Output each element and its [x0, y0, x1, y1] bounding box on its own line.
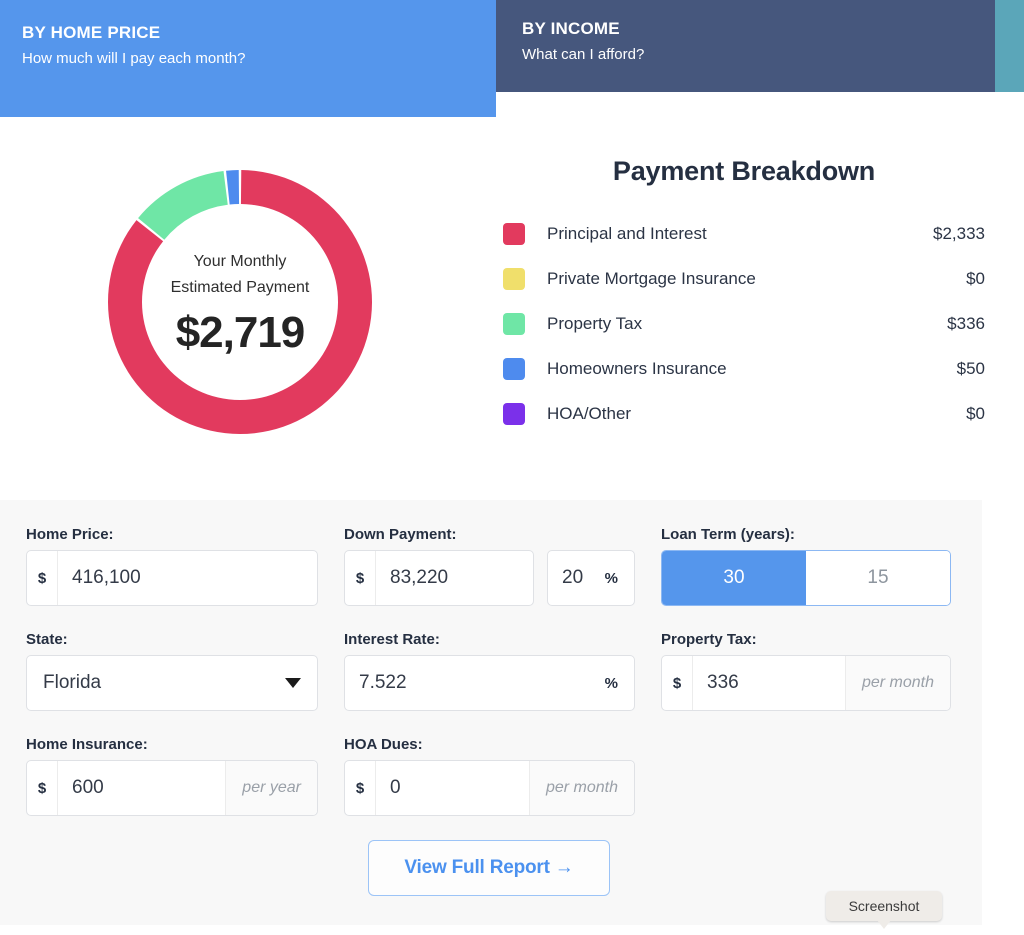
down-payment-percent-unit: % [604, 569, 618, 587]
loan-term-option-30[interactable]: 30 [662, 551, 806, 605]
legend-swatch-icon [503, 402, 525, 425]
legend-label: Homeowners Insurance [547, 358, 727, 378]
view-full-report-button[interactable]: View Full Report → [368, 840, 610, 896]
home-price-currency-prefix: $ [27, 551, 58, 605]
home-price-input[interactable]: $ 416,100 [26, 550, 318, 606]
tab-by-income-subtitle: What can I afford? [522, 46, 645, 64]
legend-value: $2,333 [933, 223, 985, 243]
hoa-dues-input[interactable]: $ 0 per month [344, 760, 635, 816]
donut-center-text: Your Monthly Estimated Payment $2,719 [101, 163, 379, 441]
home-price-value[interactable]: 416,100 [58, 567, 317, 589]
property-tax-value[interactable]: 336 [693, 672, 845, 694]
down-payment-currency-prefix: $ [345, 551, 376, 605]
chevron-down-icon[interactable] [285, 678, 301, 688]
legend-row: HOA/Other $0 [503, 391, 985, 436]
interest-rate-value[interactable]: 7.522 [345, 672, 605, 694]
home-insurance-period-note: per year [225, 761, 317, 815]
legend-swatch-icon [503, 267, 525, 290]
legend-swatch-icon [503, 357, 525, 380]
down-payment-label: Down Payment: [344, 526, 457, 543]
tab-by-home-price-title: BY HOME PRICE [22, 23, 161, 42]
donut-label-line1: Your Monthly [193, 252, 287, 270]
tab-bar-edge-accent [995, 0, 1024, 92]
home-insurance-value[interactable]: 600 [58, 777, 225, 799]
down-payment-percent-input[interactable]: 20 % [547, 550, 635, 606]
legend-swatch-icon [503, 312, 525, 335]
interest-rate-label: Interest Rate: [344, 631, 440, 648]
loan-term-label: Loan Term (years): [661, 526, 795, 543]
home-insurance-input[interactable]: $ 600 per year [26, 760, 318, 816]
hoa-dues-label: HOA Dues: [344, 736, 423, 753]
interest-rate-input[interactable]: 7.522 % [344, 655, 635, 711]
property-tax-period-note: per month [844, 656, 950, 710]
legend-label: Property Tax [547, 313, 643, 333]
legend-swatch-icon [503, 222, 525, 245]
interest-rate-unit: % [604, 674, 618, 692]
loan-term-toggle[interactable]: 30 15 [661, 550, 951, 606]
hoa-dues-period-note: per month [528, 761, 634, 815]
donut-monthly-amount: $2,719 [175, 308, 306, 358]
tab-by-home-price[interactable]: BY HOME PRICE How much will I pay each m… [0, 0, 496, 117]
tab-by-income[interactable]: BY INCOME What can I afford? [496, 0, 995, 92]
donut-label-line2: Estimated Payment [170, 279, 310, 296]
legend-label: Private Mortgage Insurance [547, 268, 756, 288]
tooltip-tail [877, 920, 891, 929]
home-price-label: Home Price: [26, 526, 114, 543]
legend-row: Principal and Interest $2,333 [503, 211, 985, 256]
state-selected-value: Florida [43, 672, 102, 693]
legend-value: $336 [947, 313, 985, 333]
legend-label: HOA/Other [547, 403, 632, 423]
down-payment-input[interactable]: $ 83,220 [344, 550, 534, 606]
property-tax-input[interactable]: $ 336 per month [661, 655, 951, 711]
property-tax-currency-prefix: $ [662, 656, 693, 710]
down-payment-percent-value[interactable]: 20 [548, 567, 605, 589]
legend-row: Property Tax $336 [503, 301, 985, 346]
legend-label: Principal and Interest [547, 223, 707, 243]
property-tax-label: Property Tax: [661, 631, 757, 648]
tab-bar: BY HOME PRICE How much will I pay each m… [0, 0, 1024, 117]
payment-breakdown-panel: Payment Breakdown Principal and Interest… [503, 156, 985, 436]
tab-by-home-price-subtitle: How much will I pay each month? [22, 50, 246, 68]
hoa-dues-value[interactable]: 0 [376, 777, 529, 799]
tab-by-income-title: BY INCOME [522, 19, 620, 38]
payment-breakdown-legend: Principal and Interest $2,333 Private Mort… [503, 211, 985, 436]
home-insurance-label: Home Insurance: [26, 736, 148, 753]
legend-value: $50 [956, 358, 985, 378]
home-insurance-currency-prefix: $ [27, 761, 58, 815]
hoa-dues-currency-prefix: $ [345, 761, 376, 815]
legend-row: Homeowners Insurance $50 [503, 346, 985, 391]
legend-value: $0 [966, 403, 985, 423]
screenshot-tooltip-label: Screenshot [848, 898, 920, 914]
screenshot-tooltip: Screenshot [826, 891, 942, 929]
down-payment-value[interactable]: 83,220 [376, 567, 533, 589]
payment-summary-section: Your Monthly Estimated Payment $2,719 Pa… [0, 117, 1024, 500]
state-label: State: [26, 631, 68, 648]
legend-value: $0 [966, 268, 985, 288]
payment-breakdown-title: Payment Breakdown [612, 156, 876, 186]
loan-term-option-15[interactable]: 15 [806, 551, 950, 605]
state-select[interactable]: Florida [26, 655, 318, 711]
legend-row: Private Mortgage Insurance $0 [503, 256, 985, 301]
payment-donut-chart: Your Monthly Estimated Payment $2,719 [101, 163, 379, 441]
